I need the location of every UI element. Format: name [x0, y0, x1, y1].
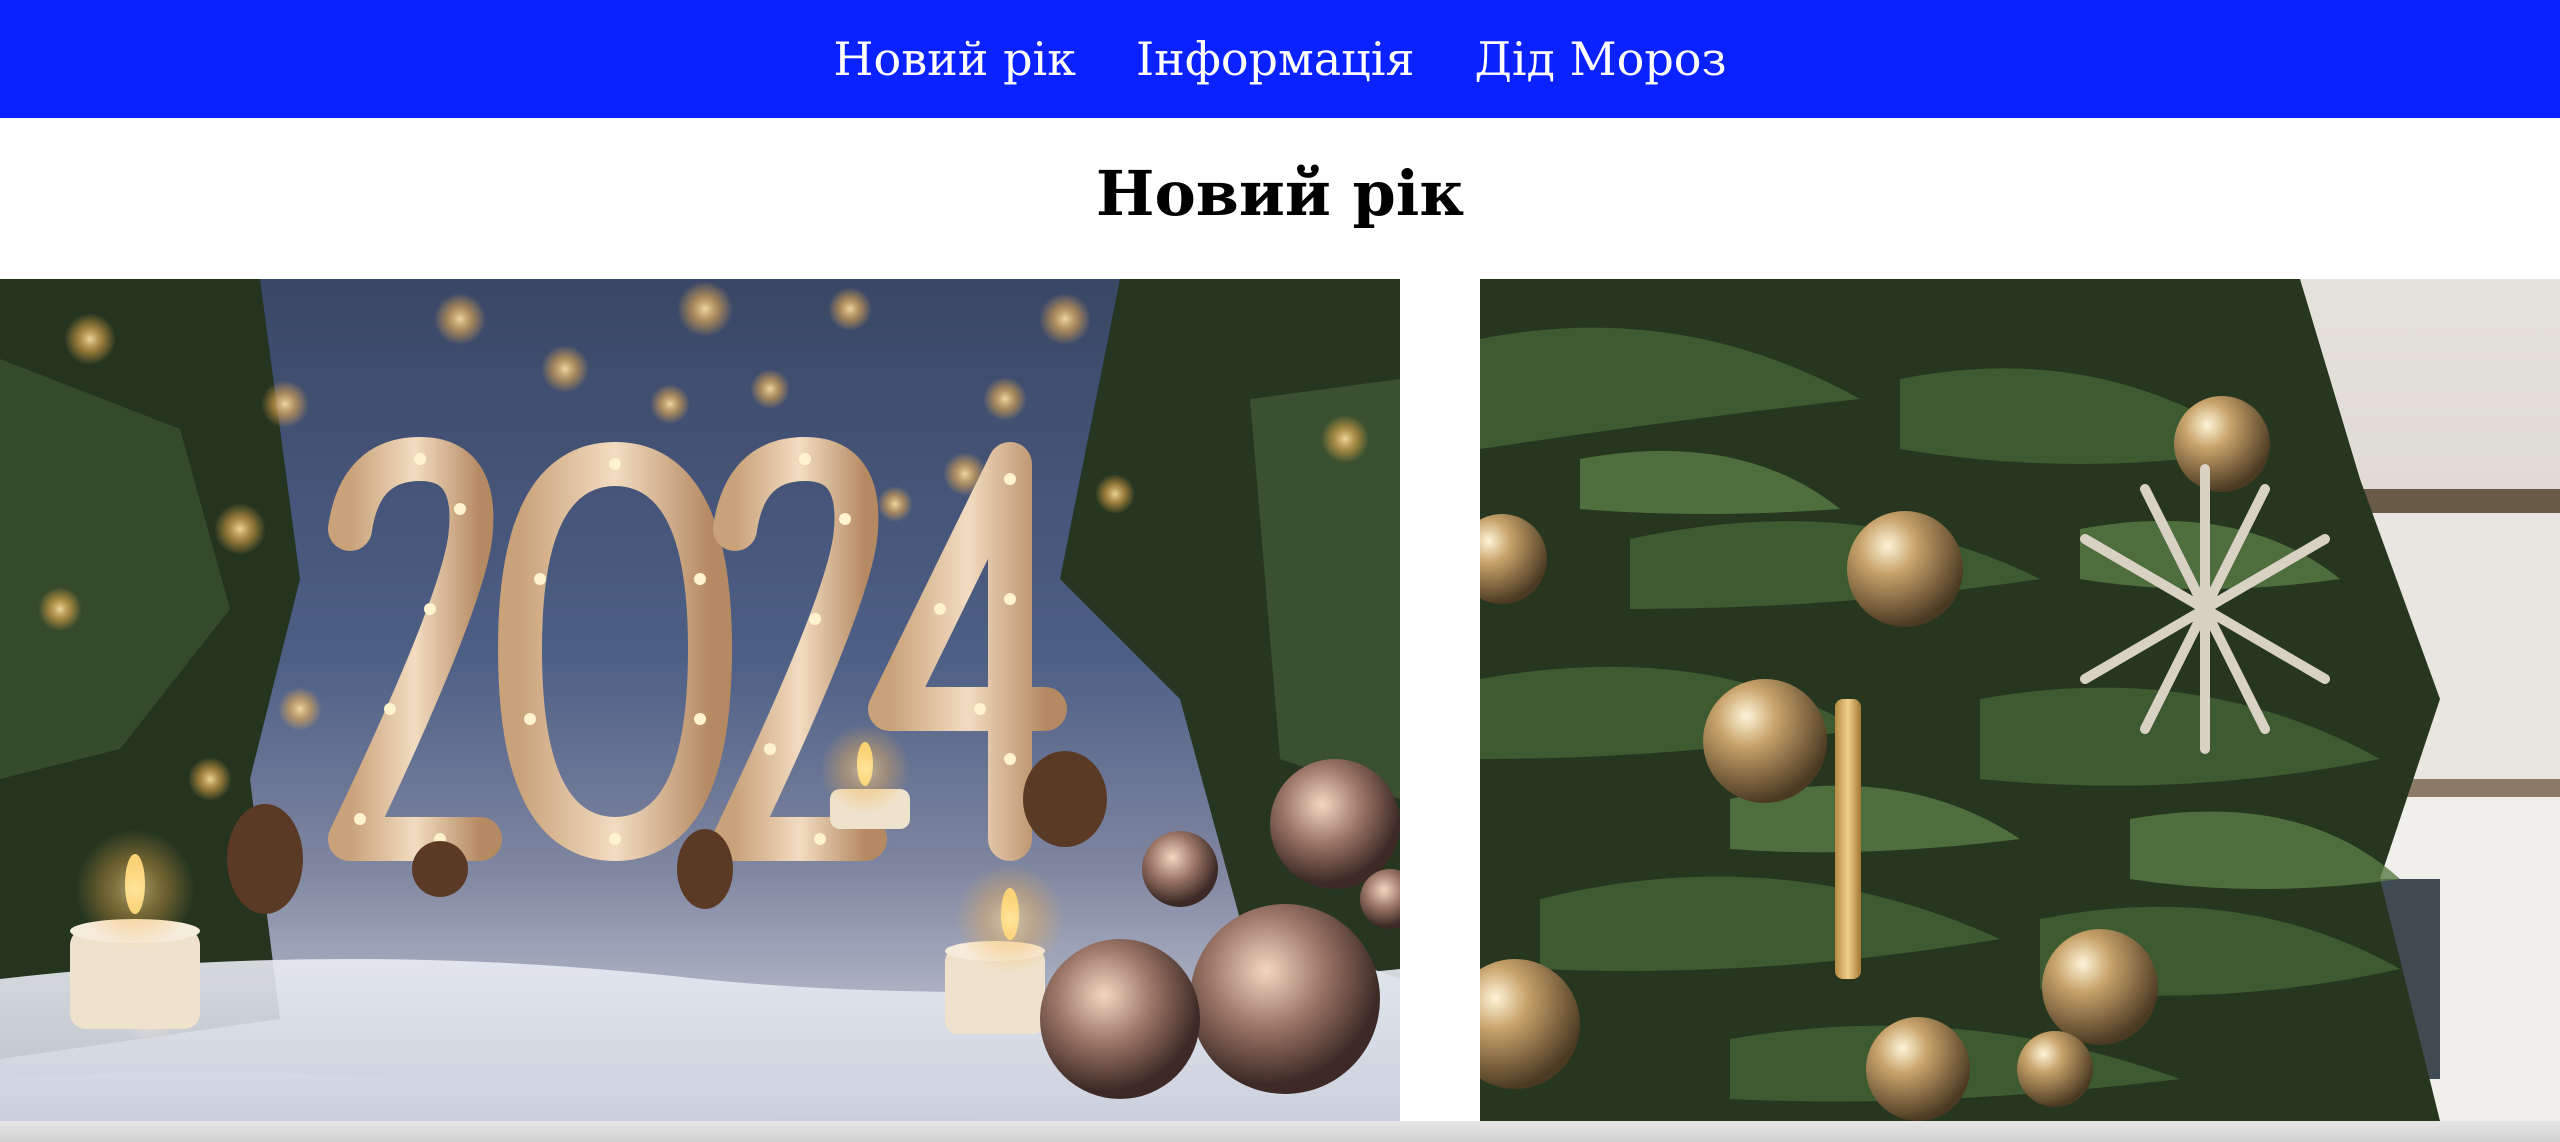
photo-2024-illustration	[0, 279, 1400, 1121]
photo-2024-lights	[0, 279, 1400, 1121]
photo-tree-illustration	[1480, 279, 2560, 1121]
nav-link-new-year[interactable]: Новий рік	[833, 36, 1076, 82]
bottom-edge	[0, 1121, 2560, 1142]
page-title: Новий рік	[1095, 157, 1465, 230]
image-gallery	[0, 279, 2560, 1121]
photo-christmas-tree	[1480, 279, 2560, 1121]
nav-link-information[interactable]: Інформація	[1136, 36, 1415, 82]
top-navigation: Новий рік Інформація Дід Мороз	[0, 0, 2560, 118]
nav-link-santa[interactable]: Дід Мороз	[1474, 36, 1726, 82]
